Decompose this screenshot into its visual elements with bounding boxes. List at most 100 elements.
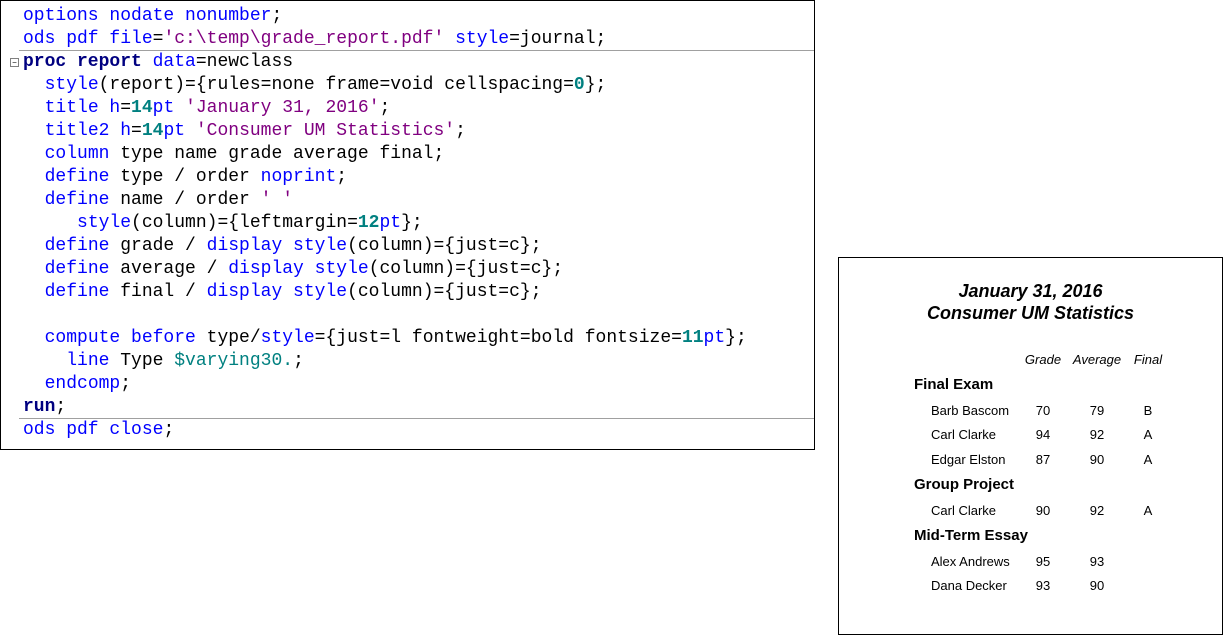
code-token-tx: (report)={rules=none frame=void cellspac… — [98, 75, 574, 95]
code-line: ods pdf file='c:\temp\grade_report.pdf' … — [23, 28, 606, 51]
student-name: Carl Clarke — [931, 427, 997, 442]
code-line: style(report)={rules=none frame=void cel… — [23, 74, 607, 97]
code-token-tx: (column)={just=c}; — [347, 282, 542, 302]
code-token-kw: noprint — [260, 167, 337, 187]
code-token-tx: average / — [109, 259, 229, 279]
final-cell: B — [1143, 403, 1153, 418]
header-final: Final — [1133, 352, 1163, 367]
code-line: line Type $varying30.; — [23, 350, 304, 373]
code-token-kw: title2 h — [44, 121, 132, 141]
code-token-kw: data — [141, 52, 196, 72]
code-line: column type name grade average final; — [23, 143, 445, 166]
code-token-tx: = — [120, 98, 132, 118]
code-token-tx: final / — [109, 282, 207, 302]
code-token-kw: define — [44, 167, 110, 187]
code-token-kw: style — [44, 75, 99, 95]
code-token-tx: =journal; — [509, 29, 607, 49]
code-token-kw: ods pdf close — [23, 420, 164, 440]
code-line: title h=14pt 'January 31, 2016'; — [23, 97, 391, 120]
group-heading: Group Project — [914, 476, 1015, 493]
code-token-tx — [23, 213, 77, 233]
code-line: define average / display style(column)={… — [23, 258, 564, 281]
code-token-kw: style — [444, 29, 510, 49]
code-token-num: 12 — [357, 213, 380, 233]
code-token-tx — [23, 98, 45, 118]
code-line: define type / order noprint; — [23, 166, 347, 189]
code-token-num: 0 — [573, 75, 585, 95]
code-line: proc report data=newclass — [23, 51, 293, 74]
code-token-tx — [23, 121, 45, 141]
code-token-tx: ; — [120, 374, 132, 394]
collapse-icon[interactable]: − — [10, 58, 19, 67]
code-token-kw: pt — [379, 213, 402, 233]
student-name: Barb Bascom — [931, 403, 1010, 418]
report-subtitle: Consumer UM Statistics — [926, 303, 1135, 323]
header-average: Average — [1072, 352, 1122, 367]
code-token-kw: style — [260, 328, 315, 348]
code-token-kw: define — [44, 236, 110, 256]
code-token-kw: title h — [44, 98, 121, 118]
student-name: Edgar Elston — [931, 452, 1006, 467]
code-token-kw: compute before — [44, 328, 196, 348]
code-token-tx: ; — [55, 397, 67, 417]
report-title: January 31, 2016 — [958, 281, 1103, 301]
average-cell: 92 — [1089, 427, 1105, 442]
code-token-tx — [23, 259, 45, 279]
code-token-tx: ; — [271, 6, 283, 26]
code-token-tx: }; — [401, 213, 423, 233]
code-line: define name / order ' ' — [23, 189, 293, 212]
code-token-tx: ; — [379, 98, 391, 118]
final-cell: A — [1143, 452, 1153, 467]
group-heading: Final Exam — [914, 376, 994, 393]
code-token-kw: column — [44, 144, 110, 164]
student-name: Carl Clarke — [931, 503, 997, 518]
code-token-tx: type / order — [109, 167, 261, 187]
code-token-kw: line — [66, 351, 110, 371]
code-token-kw: ods pdf file — [23, 29, 153, 49]
code-token-tx — [23, 282, 45, 302]
code-token-str: 'c:\temp\grade_report.pdf' — [163, 29, 445, 49]
code-line: define grade / display style(column)={ju… — [23, 235, 542, 258]
report-preview: January 31, 2016 Consumer UM Statistics … — [838, 257, 1223, 635]
average-cell: 93 — [1089, 554, 1105, 569]
code-token-tx: (column)={just=c}; — [347, 236, 542, 256]
code-token-kw: display style — [228, 259, 369, 279]
grade-cell: 94 — [1035, 427, 1051, 442]
code-token-kw: endcomp — [44, 374, 121, 394]
code-token-kw: define — [44, 190, 110, 210]
code-line: options nodate nonumber; — [23, 5, 282, 28]
average-cell: 90 — [1089, 578, 1105, 593]
code-editor[interactable]: − options nodate nonumber; ods pdf file='… — [0, 0, 815, 450]
code-token-tx — [23, 236, 45, 256]
code-token-tx — [23, 374, 45, 394]
code-token-tx: type name grade average final; — [109, 144, 445, 164]
code-line: run; — [23, 396, 66, 419]
code-token-str: 'Consumer UM Statistics' — [195, 121, 456, 141]
group-heading: Mid-Term Essay — [914, 527, 1028, 544]
header-grade: Grade — [1024, 352, 1062, 367]
code-token-kw: define — [44, 282, 110, 302]
code-token-proc: run — [23, 397, 56, 417]
code-token-tx: name / order — [109, 190, 261, 210]
code-token-proc: proc report — [23, 52, 142, 72]
code-token-kw: pt — [163, 121, 196, 141]
code-token-tx — [23, 144, 45, 164]
code-token-tx — [23, 190, 45, 210]
average-cell: 92 — [1089, 503, 1105, 518]
code-line: endcomp; — [23, 373, 131, 396]
code-token-str: 'January 31, 2016' — [185, 98, 380, 118]
code-line: define final / display style(column)={ju… — [23, 281, 542, 304]
code-token-tx: =newclass — [195, 52, 294, 72]
code-token-tx — [23, 351, 66, 371]
code-token-tx: = — [152, 29, 164, 49]
code-token-kw: pt — [152, 98, 186, 118]
student-name: Dana Decker — [931, 578, 1007, 593]
code-line: style(column)={leftmargin=12pt}; — [23, 212, 423, 235]
code-token-tx: ; — [293, 351, 304, 371]
average-cell: 79 — [1089, 403, 1105, 418]
code-token-tx: type/ — [195, 328, 261, 348]
code-token-tx: ; — [336, 167, 348, 187]
code-token-tx — [23, 75, 45, 95]
code-token-kw: define — [44, 259, 110, 279]
code-token-tx: ; — [163, 420, 175, 440]
